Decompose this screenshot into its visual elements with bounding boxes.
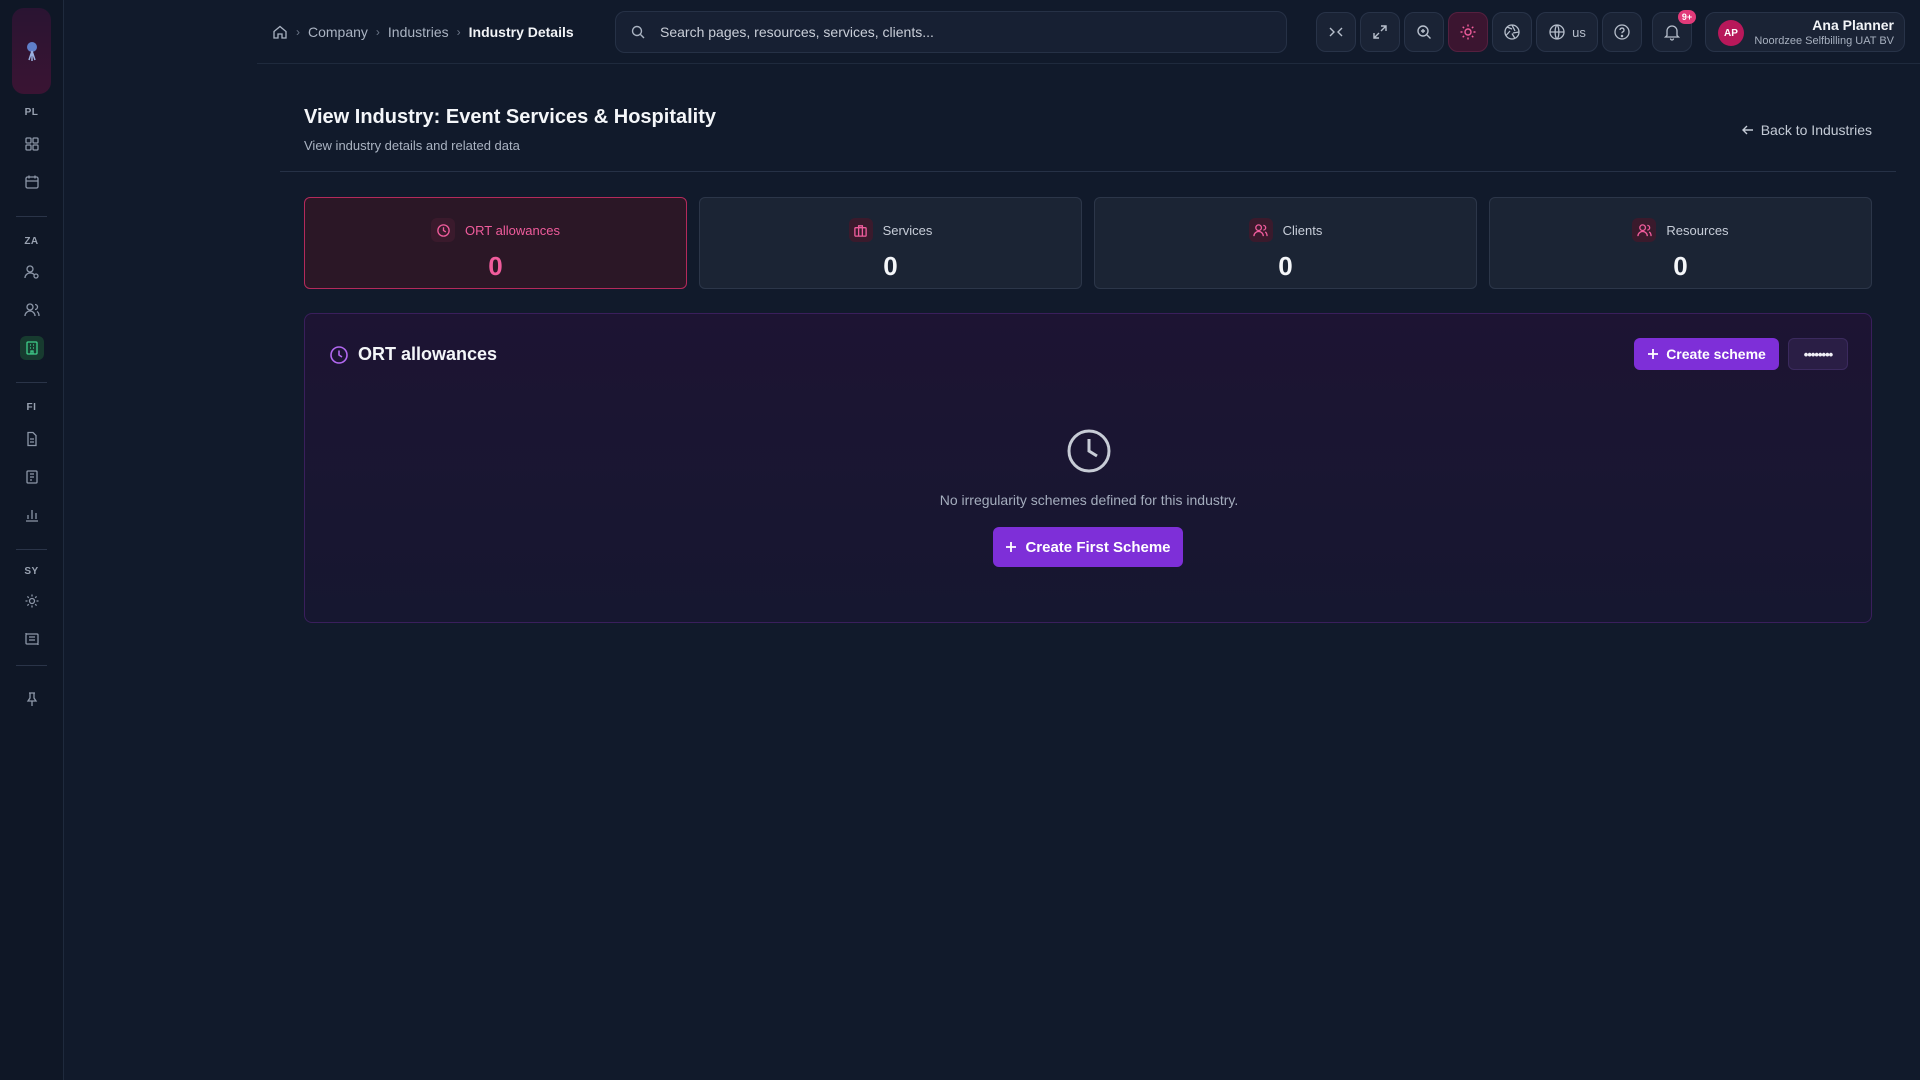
- back-link-label: Back to Industries: [1760, 122, 1872, 138]
- language-code: us: [1572, 24, 1586, 40]
- empty-state-message: No irregularity schemes defined for this…: [939, 492, 1239, 508]
- stat-value: 0: [488, 251, 503, 281]
- avatar: AP: [1718, 20, 1744, 46]
- user-settings-icon[interactable]: [20, 260, 44, 284]
- sidebar-section-label: FI: [26, 402, 37, 413]
- invoice-icon[interactable]: [20, 465, 44, 489]
- sidebar-section-label: ZA: [24, 236, 39, 247]
- zoom-button[interactable]: [1404, 12, 1444, 52]
- sidebar-divider: [16, 665, 47, 666]
- plus-icon: [1648, 349, 1659, 359]
- create-scheme-label: Create scheme: [1666, 346, 1766, 362]
- breadcrumb-separator: ›: [375, 25, 380, 39]
- home-icon[interactable]: [272, 24, 288, 40]
- bar-chart-icon[interactable]: [20, 503, 44, 527]
- help-icon: [1614, 24, 1630, 40]
- panel-title: ORT allowances: [329, 344, 497, 365]
- globe-icon: [1549, 24, 1565, 40]
- breadcrumb-company[interactable]: Company: [308, 24, 368, 40]
- sidebar-divider: [16, 382, 47, 383]
- briefcase-icon: [848, 218, 873, 242]
- stat-value: 0: [1278, 251, 1293, 281]
- clock-icon: [330, 345, 348, 364]
- dashboard-icon[interactable]: [20, 132, 44, 156]
- user-name: Ana Planner: [1812, 17, 1894, 33]
- breadcrumb-current: Industry Details: [468, 24, 574, 40]
- stat-label: Clients: [1282, 222, 1323, 238]
- sidebar-divider: [16, 216, 47, 217]
- breadcrumb-industries[interactable]: Industries: [388, 24, 449, 40]
- document-icon[interactable]: [20, 427, 44, 451]
- theme-toggle-button[interactable]: [1448, 12, 1488, 52]
- clock-icon: [431, 218, 456, 242]
- search-input[interactable]: [660, 24, 1240, 40]
- aperture-icon: [1504, 24, 1520, 40]
- sidebar: PL ZA FI SY: [0, 0, 64, 1080]
- panel-title-text: ORT allowances: [358, 344, 498, 364]
- expand-icon: [1373, 25, 1387, 39]
- building-icon[interactable]: [20, 336, 44, 360]
- search-icon: [631, 25, 645, 39]
- stat-value: 0: [1673, 251, 1688, 281]
- help-button[interactable]: [1602, 12, 1642, 52]
- user-organization: Noordzee Selfbilling UAT BV: [1754, 35, 1894, 47]
- collapse-sidebar-button[interactable]: [1316, 12, 1356, 52]
- notification-badge: 9+: [1678, 10, 1696, 24]
- clock-icon: [1065, 427, 1113, 475]
- logo-icon: [26, 42, 37, 61]
- sun-icon: [1460, 24, 1476, 40]
- stat-card-resources[interactable]: Resources 0: [1489, 197, 1872, 289]
- stat-label: ORT allowances: [465, 222, 560, 238]
- top-bar: › Company › Industries › Industry Detail…: [257, 0, 1920, 64]
- page-title: View Industry: Event Services & Hospital…: [304, 106, 716, 128]
- language-selector[interactable]: us: [1536, 12, 1598, 52]
- breadcrumb-separator: ›: [456, 25, 461, 39]
- plus-icon: [1006, 542, 1017, 552]
- page-subtitle: View industry details and related data: [304, 138, 520, 153]
- users-icon[interactable]: [20, 298, 44, 322]
- bell-icon: [1663, 25, 1681, 41]
- notifications-button[interactable]: 9+: [1652, 10, 1696, 52]
- stat-card-clients[interactable]: Clients 0: [1094, 197, 1477, 289]
- global-search[interactable]: [615, 11, 1287, 53]
- create-first-scheme-button[interactable]: Create First Scheme: [993, 527, 1183, 567]
- sidebar-section-label: SY: [24, 566, 39, 577]
- app-logo[interactable]: [12, 8, 51, 94]
- calendar-icon[interactable]: [20, 170, 44, 194]
- user-menu[interactable]: AP Ana Planner Noordzee Selfbilling UAT …: [1705, 12, 1905, 52]
- appearance-button[interactable]: [1492, 12, 1532, 52]
- arrow-left-icon: [1741, 125, 1753, 135]
- fullscreen-button[interactable]: [1360, 12, 1400, 52]
- users-icon: [1632, 218, 1657, 242]
- stat-card-services[interactable]: Services 0: [699, 197, 1082, 289]
- users-icon: [1248, 218, 1273, 242]
- gear-icon[interactable]: [20, 589, 44, 613]
- breadcrumb: › Company › Industries › Industry Detail…: [272, 22, 574, 42]
- back-to-industries-link[interactable]: Back to Industries: [1741, 122, 1872, 138]
- create-first-scheme-label: Create First Scheme: [1025, 538, 1171, 556]
- log-icon[interactable]: [20, 627, 44, 651]
- breadcrumb-separator: ›: [296, 25, 300, 39]
- stat-value: 0: [883, 251, 898, 281]
- more-options-button[interactable]: ••••••••: [1788, 338, 1848, 370]
- sidebar-section-label: PL: [24, 107, 39, 118]
- header-divider: [280, 171, 1896, 172]
- ort-allowances-panel: ORT allowances Create scheme •••••••• No…: [304, 313, 1872, 623]
- zoom-in-icon: [1417, 25, 1431, 39]
- sidebar-divider: [16, 549, 47, 550]
- collapse-icon: [1329, 27, 1343, 37]
- pin-icon[interactable]: [20, 687, 44, 711]
- stat-label: Services: [882, 222, 933, 238]
- stat-label: Resources: [1666, 222, 1729, 238]
- create-scheme-button[interactable]: Create scheme: [1634, 338, 1779, 370]
- stat-card-ort-allowances[interactable]: ORT allowances 0: [304, 197, 687, 289]
